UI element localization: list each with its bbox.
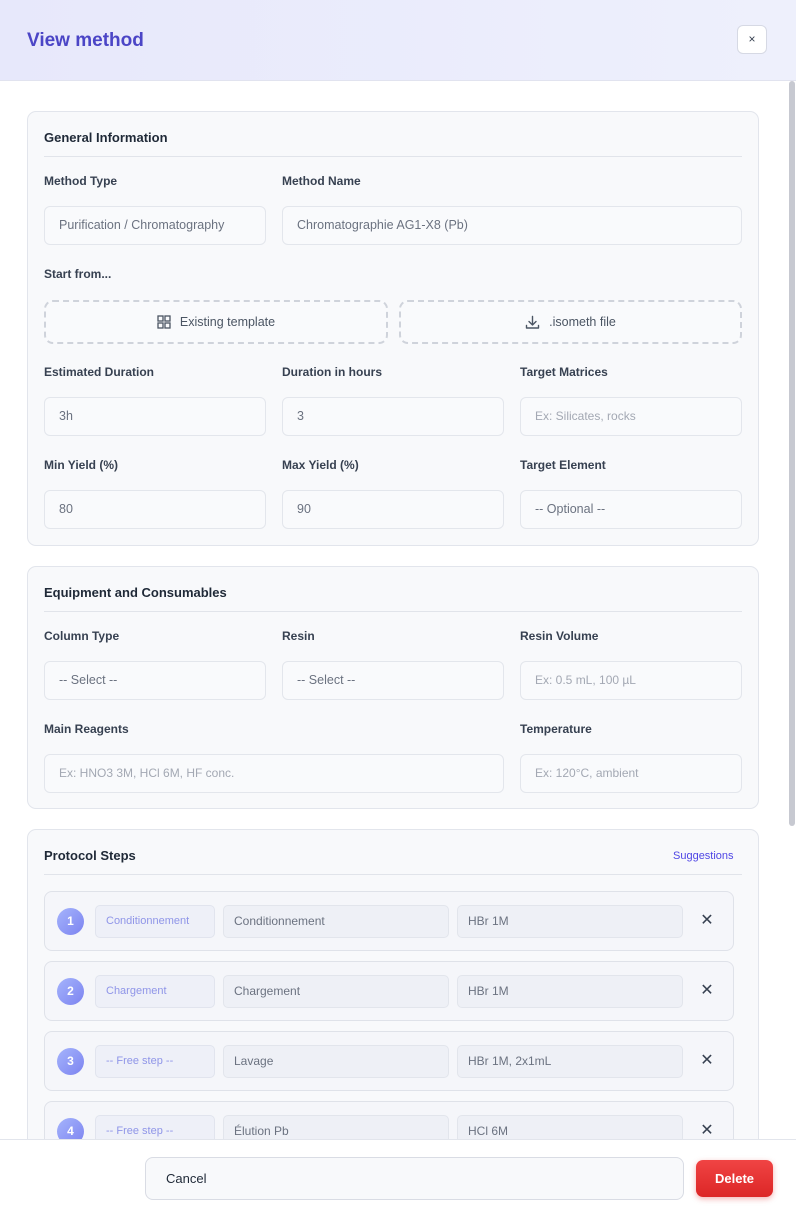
step-number-badge: 3 [57,1048,84,1075]
remove-step-button[interactable]: ✕ [697,911,717,931]
section-title: Protocol Steps [44,848,136,863]
step-reagent-field[interactable]: HBr 1M, 2x1mL [457,1045,683,1078]
remove-step-button[interactable]: ✕ [697,1121,717,1139]
scrollbar-thumb[interactable] [789,81,795,826]
method-name-field[interactable]: Chromatographie AG1-X8 (Pb) [282,206,742,245]
step-name-field[interactable]: Élution Pb [223,1115,449,1139]
existing-template-label: Existing template [179,315,276,329]
existing-template-button[interactable]: Existing template [44,300,388,344]
min-yield-field[interactable]: 80 [44,490,266,529]
duration-hours-field[interactable]: 3 [282,397,504,436]
target-matrices-label: Target Matrices [520,365,608,379]
close-icon: ✕ [700,982,714,999]
resin-volume-field[interactable]: Ex: 0.5 mL, 100 µL [520,661,742,700]
protocol-step: 1 Conditionnement Conditionnement HBr 1M… [44,891,734,951]
step-number-badge: 4 [57,1118,84,1139]
modal-footer: Cancel Delete [0,1139,796,1216]
cancel-button[interactable]: Cancel [145,1157,684,1200]
step-name-field[interactable]: Chargement [223,975,449,1008]
section-title: General Information [44,130,168,145]
section-divider [44,611,742,612]
step-reagent-field[interactable]: HCl 6M [457,1115,683,1139]
target-element-label: Target Element [520,458,606,472]
target-matrices-field[interactable]: Ex: Silicates, rocks [520,397,742,436]
method-type-field[interactable]: Purification / Chromatography [44,206,266,245]
method-name-label: Method Name [282,174,361,188]
close-icon: ✕ [700,912,714,929]
start-from-label: Start from... [44,267,112,281]
equipment-section: Equipment and Consumables Column Type --… [27,566,759,809]
grid-icon [157,315,171,329]
estimated-duration-field[interactable]: 3h [44,397,266,436]
temperature-label: Temperature [520,722,592,736]
step-reagent-field[interactable]: HBr 1M [457,975,683,1008]
resin-volume-label: Resin Volume [520,629,599,643]
estimated-duration-label: Estimated Duration [44,365,155,379]
step-type-select[interactable]: -- Free step -- [95,1045,215,1078]
modal-body[interactable]: General Information Method Type Purifica… [0,81,796,1139]
min-yield-label: Min Yield (%) [44,458,119,472]
step-name-field[interactable]: Conditionnement [223,905,449,938]
modal-title: View method [27,30,144,51]
close-button[interactable]: × [737,25,767,54]
column-type-label: Column Type [44,629,120,643]
remove-step-button[interactable]: ✕ [697,1051,717,1071]
protocol-step: 4 -- Free step -- Élution Pb HCl 6M ✕ [44,1101,734,1139]
step-number-badge: 2 [57,978,84,1005]
general-information-section: General Information Method Type Purifica… [27,111,759,546]
suggestions-link[interactable]: Suggestions [673,850,734,862]
step-reagent-field[interactable]: HBr 1M [457,905,683,938]
duration-hours-label: Duration in hours [282,365,382,379]
isometh-file-label: .isometh file [549,315,616,329]
max-yield-label: Max Yield (%) [282,458,359,472]
max-yield-field[interactable]: 90 [282,490,504,529]
section-divider [44,156,742,157]
modal-header: View method × [0,0,796,81]
column-type-select[interactable]: -- Select -- [44,661,266,700]
main-reagents-label: Main Reagents [44,722,129,736]
section-title: Equipment and Consumables [44,585,227,600]
target-element-select[interactable]: -- Optional -- [520,490,742,529]
protocol-step: 2 Chargement Chargement HBr 1M ✕ [44,961,734,1021]
method-type-label: Method Type [44,174,118,188]
close-icon: ✕ [700,1052,714,1069]
protocol-step: 3 -- Free step -- Lavage HBr 1M, 2x1mL ✕ [44,1031,734,1091]
isometh-file-button[interactable]: .isometh file [399,300,742,344]
remove-step-button[interactable]: ✕ [697,981,717,1001]
close-icon: ✕ [700,1122,714,1139]
protocol-steps-section: Protocol Steps Suggestions 1 Conditionne… [27,829,759,1139]
step-type-select[interactable]: -- Free step -- [95,1115,215,1139]
section-divider [44,874,742,875]
step-number-badge: 1 [57,908,84,935]
resin-select[interactable]: -- Select -- [282,661,504,700]
step-type-select[interactable]: Chargement [95,975,215,1008]
step-name-field[interactable]: Lavage [223,1045,449,1078]
main-reagents-field[interactable]: Ex: HNO3 3M, HCl 6M, HF conc. [44,754,504,793]
temperature-field[interactable]: Ex: 120°C, ambient [520,754,742,793]
close-icon: × [748,32,756,46]
resin-label: Resin [282,629,315,643]
step-type-select[interactable]: Conditionnement [95,905,215,938]
download-icon [525,315,540,329]
delete-button[interactable]: Delete [696,1160,773,1197]
